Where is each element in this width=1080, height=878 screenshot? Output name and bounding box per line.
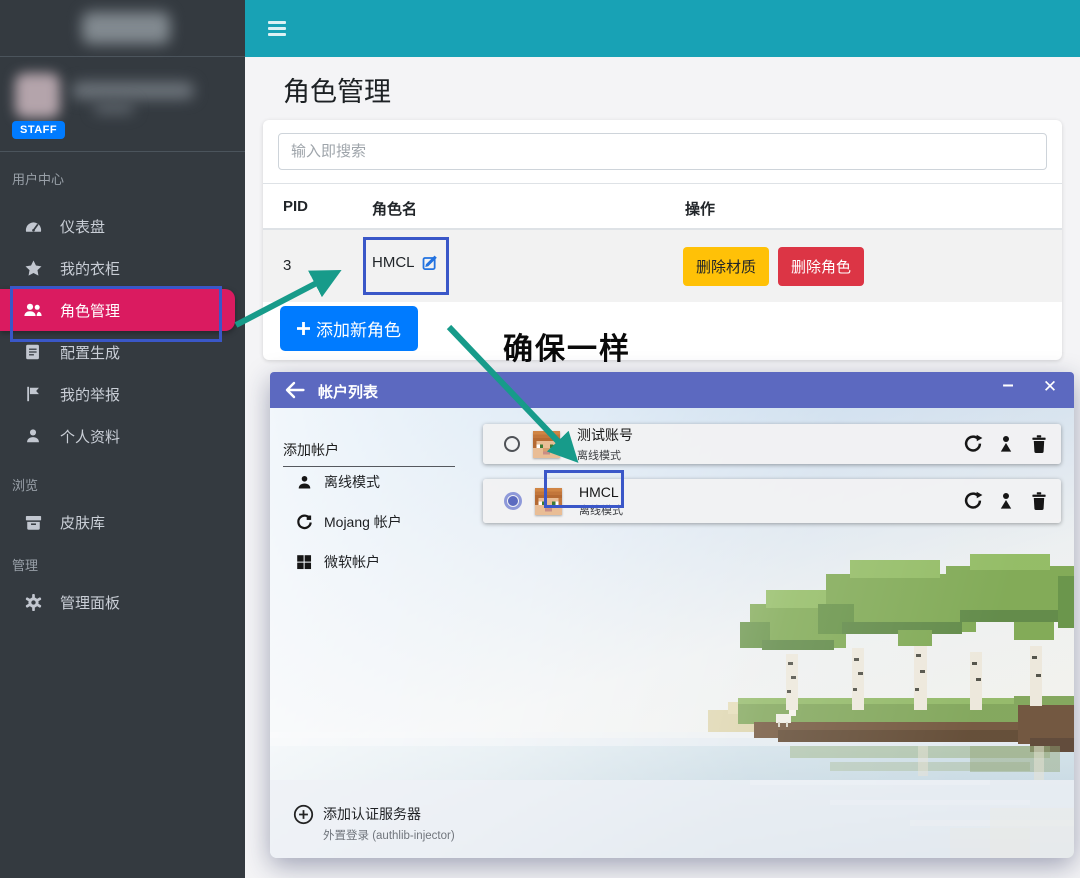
- method-microsoft-account[interactable]: 微软帐户: [270, 548, 470, 576]
- back-icon[interactable]: [284, 380, 306, 400]
- launcher-content: 添加帐户 离线模式 Mojang 帐户 微软帐户 测试账号 离线模式: [270, 408, 1074, 858]
- delete-icon[interactable]: [1029, 434, 1049, 454]
- delete-role-button[interactable]: 删除角色: [778, 247, 864, 286]
- col-role-name: 角色名: [372, 198, 417, 219]
- gauge-icon: [22, 217, 44, 236]
- launcher-window: 帐户列表 – ✕: [270, 372, 1074, 858]
- radio-unselected[interactable]: [504, 436, 520, 452]
- launcher-title: 帐户列表: [318, 381, 378, 402]
- gear-icon: [22, 593, 44, 612]
- star-icon: [22, 259, 44, 278]
- archive-icon: [22, 513, 44, 532]
- sidebar-item-admin-panel[interactable]: 管理面板: [0, 581, 245, 623]
- sidebar-item-closet[interactable]: 我的衣柜: [0, 247, 245, 289]
- topbar: [245, 0, 1080, 57]
- section-user-center: 用户中心: [12, 169, 64, 188]
- account-row-hmcl[interactable]: HMCL 离线模式: [483, 479, 1061, 523]
- sidebar-item-label: 皮肤库: [60, 512, 105, 533]
- sidebar-item-config[interactable]: 配置生成: [0, 331, 245, 373]
- method-mojang-account[interactable]: Mojang 帐户: [270, 508, 470, 536]
- avatar: [535, 488, 562, 515]
- avatar: [533, 431, 560, 458]
- add-auth-server[interactable]: 添加认证服务器 外置登录 (authlib-injector): [293, 804, 455, 843]
- flag-icon: [22, 385, 44, 403]
- sidebar-item-roles[interactable]: 角色管理: [0, 289, 235, 331]
- close-button[interactable]: ✕: [1036, 377, 1064, 405]
- sidebar-item-label: 角色管理: [60, 300, 120, 321]
- account-name: HMCL: [579, 484, 623, 500]
- sidebar-item-label: 我的举报: [60, 384, 120, 405]
- section-browse: 浏览: [12, 475, 38, 494]
- col-actions: 操作: [685, 198, 715, 219]
- method-offline-mode[interactable]: 离线模式: [270, 468, 470, 496]
- users-icon: [22, 300, 44, 320]
- minimize-button[interactable]: –: [994, 374, 1022, 404]
- sidebar-item-skin-library[interactable]: 皮肤库: [0, 501, 245, 543]
- account-row-test[interactable]: 测试账号 离线模式: [483, 424, 1061, 464]
- launcher-titlebar[interactable]: 帐户列表 – ✕: [270, 372, 1074, 408]
- avatar: [15, 73, 60, 118]
- search-input[interactable]: [278, 133, 1047, 170]
- skin-icon[interactable]: [996, 434, 1016, 454]
- user-panel: STAFF: [0, 57, 245, 152]
- refresh-icon[interactable]: [963, 491, 983, 511]
- staff-badge: STAFF: [12, 121, 65, 139]
- sidebar-item-label: 我的衣柜: [60, 258, 120, 279]
- delete-texture-button[interactable]: 删除材质: [683, 247, 769, 286]
- sidebar-item-label: 仪表盘: [60, 216, 105, 237]
- skin-icon[interactable]: [996, 491, 1016, 511]
- account-type: 离线模式: [577, 447, 633, 463]
- card-footer: 添加新角色 确保一样: [263, 302, 1062, 360]
- person-icon: [294, 474, 314, 491]
- mojang-icon: [294, 514, 314, 531]
- col-pid: PID: [283, 198, 308, 215]
- brand-bar: [0, 0, 245, 57]
- roles-card: PID 角色名 操作 3 HMCL 删除材质 删除角色 添加新角色 确保一样: [263, 120, 1062, 360]
- sidebar-item-dashboard[interactable]: 仪表盘: [0, 205, 245, 247]
- hamburger-menu-icon[interactable]: [268, 21, 286, 36]
- windows-icon: [294, 554, 314, 570]
- add-account-label: 添加帐户: [283, 440, 455, 467]
- delete-icon[interactable]: [1029, 491, 1049, 511]
- plus-icon: [297, 322, 310, 335]
- sidebar-item-reports[interactable]: 我的举报: [0, 373, 245, 415]
- edit-icon[interactable]: [422, 254, 439, 271]
- radio-selected[interactable]: [504, 492, 522, 510]
- refresh-icon[interactable]: [963, 434, 983, 454]
- role-name: HMCL: [372, 254, 415, 271]
- username-redacted: [72, 82, 194, 99]
- section-admin: 管理: [12, 555, 38, 574]
- plus-circle-icon: [293, 804, 314, 825]
- sidebar-item-label: 个人资料: [60, 426, 120, 447]
- sidebar: STAFF 用户中心 仪表盘 我的衣柜 角色管理 配置生成 我的举报 个人资料 …: [0, 0, 245, 878]
- user-subtext-redacted: [94, 102, 134, 114]
- annotation-text: 确保一样: [503, 324, 631, 368]
- sidebar-item-label: 配置生成: [60, 342, 120, 363]
- logo-redacted: [82, 12, 170, 44]
- sidebar-item-label: 管理面板: [60, 592, 120, 613]
- add-auth-server-label: 添加认证服务器: [323, 804, 455, 824]
- authlib-injector-sublabel: 外置登录 (authlib-injector): [323, 827, 455, 843]
- book-icon: [22, 343, 44, 361]
- add-role-button[interactable]: 添加新角色: [280, 306, 418, 351]
- account-name: 测试账号: [577, 425, 633, 445]
- table-header: PID 角色名 操作: [263, 183, 1062, 230]
- page-title: 角色管理: [283, 70, 391, 109]
- user-icon: [22, 427, 44, 445]
- sidebar-item-profile[interactable]: 个人资料: [0, 415, 245, 457]
- table-row: 3 HMCL 删除材质 删除角色: [263, 230, 1062, 302]
- account-type: 离线模式: [579, 502, 623, 518]
- pid-value: 3: [283, 257, 291, 274]
